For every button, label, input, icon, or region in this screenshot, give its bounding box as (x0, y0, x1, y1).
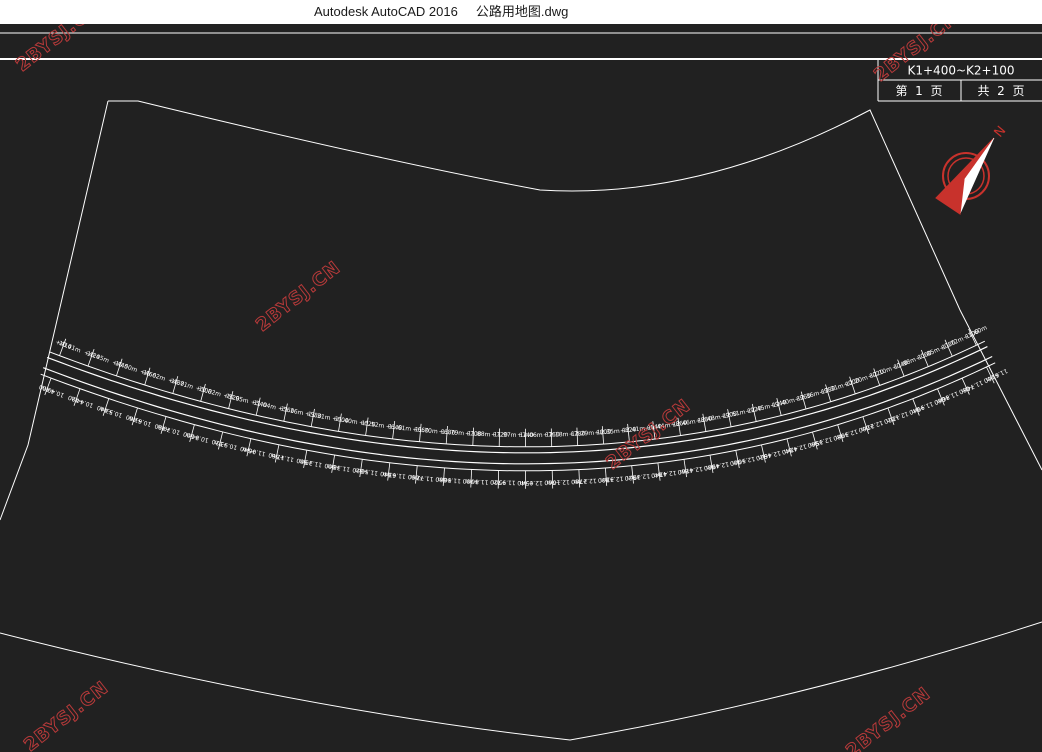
page-total-label: 共 2 页 (978, 84, 1025, 98)
width-label: 12.18m (545, 431, 568, 439)
drawing-canvas[interactable]: K1+400~K2+100 第 1 页 共 2 页 +41010.41m+420… (0, 24, 1042, 752)
width-label: 11.97m (493, 431, 516, 439)
width-label: 12.29m (571, 430, 594, 438)
page-current-label: 第 1 页 (896, 84, 943, 98)
title-bar: Autodesk AutoCAD 2016 公路用地图.dwg (0, 0, 1042, 24)
width-label: 11.95m (492, 478, 515, 486)
autocad-window: Autodesk AutoCAD 2016 公路用地图.dwg K1+400~K… (0, 0, 1042, 752)
width-label: 11.88m (467, 430, 490, 438)
station-range-label: K1+400~K2+100 (908, 64, 1015, 78)
width-label: 12.27m (573, 477, 596, 485)
width-label: 12.16m (547, 478, 570, 486)
width-label: 12.06m (520, 432, 543, 439)
window-title: Autodesk AutoCAD 2016 公路用地图.dwg (314, 4, 569, 19)
width-label: 12.05m (520, 479, 543, 486)
width-label: 11.86m (465, 477, 488, 485)
